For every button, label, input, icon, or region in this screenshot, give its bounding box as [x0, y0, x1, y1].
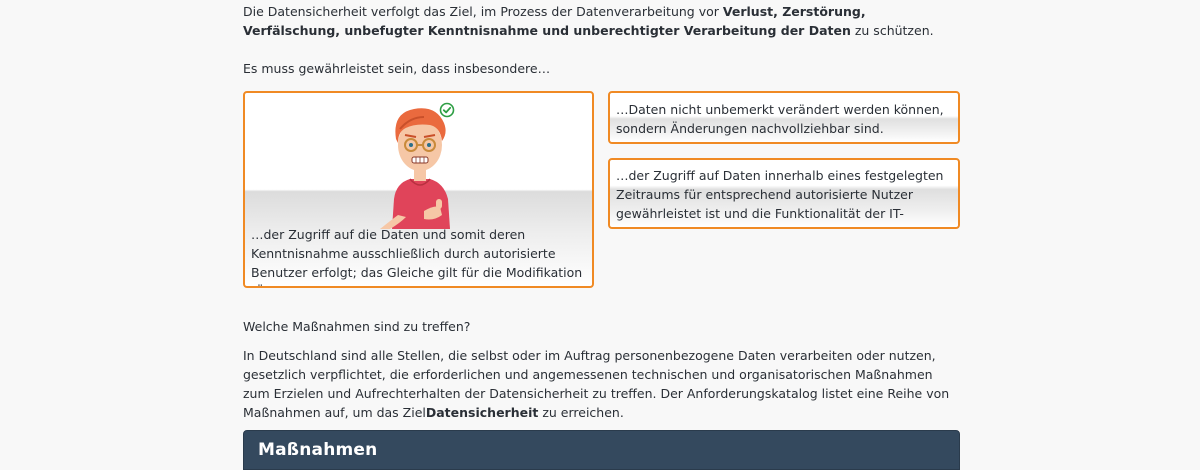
card-confidentiality[interactable]: …der Zugriff auf die Daten und somit der… — [243, 91, 594, 288]
check-circle-icon — [439, 102, 455, 118]
para-bold: Datensicherheit — [425, 405, 539, 420]
para-text-after: zu erreichen. — [538, 405, 624, 420]
card-availability[interactable]: …der Zugriff auf Daten innerhalb eines f… — [608, 158, 960, 229]
intro-paragraph: Die Datensicherheit verfolgt das Ziel, i… — [243, 2, 960, 40]
measures-panel[interactable]: Maßnahmen — [243, 430, 960, 470]
card-availability-text: …der Zugriff auf Daten innerhalb eines f… — [616, 168, 944, 227]
intro-text-before: Die Datensicherheit verfolgt das Ziel, i… — [243, 4, 723, 19]
panel-title: Maßnahmen — [258, 440, 378, 460]
card-integrity-text: …Daten nicht unbemerkt verändert werden … — [616, 102, 944, 136]
thumbs-up-person-icon — [380, 108, 450, 229]
lead-text: Es muss gewährleistet sein, dass insbeso… — [243, 61, 551, 76]
card-integrity[interactable]: …Daten nicht unbemerkt verändert werden … — [608, 91, 960, 144]
card-confidentiality-text: …der Zugriff auf die Daten und somit der… — [251, 227, 583, 286]
measures-paragraph: In Deutschland sind alle Stellen, die se… — [243, 346, 960, 422]
intro-text-after: zu schützen. — [850, 23, 934, 38]
question-text: Welche Maßnahmen sind zu treffen? — [243, 319, 471, 334]
